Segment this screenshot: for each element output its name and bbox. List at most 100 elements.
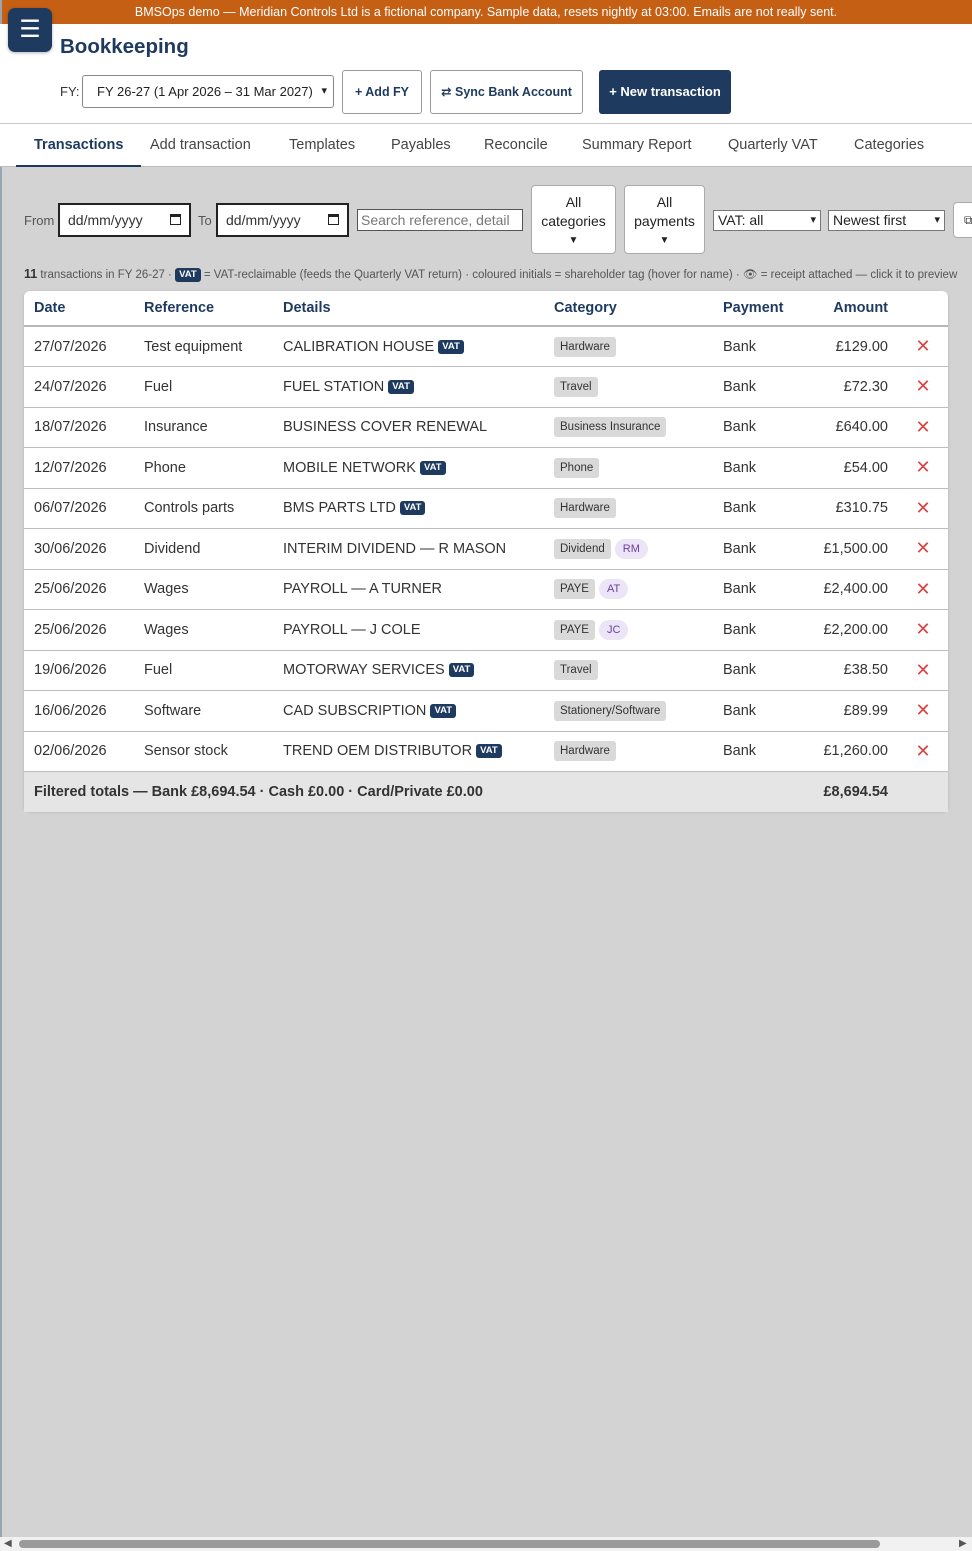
- chevron-down-icon: ▼: [659, 235, 670, 246]
- table-row[interactable]: 12/07/2026 Phone MOBILE NETWORK VAT Phone Ba…: [24, 447, 948, 489]
- tab-transactions[interactable]: Transactions: [16, 124, 142, 167]
- cell-details: PAYROLL — J COLE: [273, 609, 544, 651]
- table-row[interactable]: 19/06/2026 Fuel MOTORWAY SERVICES VAT Trave…: [24, 650, 948, 691]
- col-category[interactable]: Category: [544, 291, 713, 327]
- to-label: To: [198, 213, 212, 228]
- table-row[interactable]: 02/06/2026 Sensor stock TREND OEM DISTRIBU…: [24, 731, 948, 772]
- vat-badge: VAT: [438, 339, 464, 354]
- cell-reference: Dividend: [134, 528, 273, 570]
- sort-value: Newest first: [833, 212, 907, 228]
- tab-summary-report[interactable]: Summary Report: [564, 124, 710, 167]
- delete-icon[interactable]: ✕: [898, 569, 948, 610]
- sort-select[interactable]: Newest first ▾: [828, 210, 945, 231]
- cell-reference: Software: [134, 690, 273, 732]
- payments-filter[interactable]: All payments ▼: [624, 185, 705, 254]
- category-tag: Hardware: [554, 498, 616, 519]
- delete-icon[interactable]: ✕: [898, 407, 948, 448]
- demo-banner: BMSOps demo — Meridian Controls Ltd is a…: [0, 0, 972, 24]
- details-text: MOBILE NETWORK: [283, 459, 416, 476]
- delete-icon[interactable]: ✕: [898, 366, 948, 408]
- cell-reference: Controls parts: [134, 488, 273, 529]
- fy-label: FY:: [60, 84, 80, 99]
- delete-icon[interactable]: ✕: [898, 326, 948, 367]
- delete-icon[interactable]: ✕: [898, 447, 948, 489]
- vat-badge: VAT: [476, 744, 502, 759]
- cell-amount: £1,500.00: [803, 528, 898, 570]
- chevron-down-icon: ▾: [934, 214, 940, 226]
- col-date[interactable]: Date: [24, 291, 134, 327]
- table-row[interactable]: 06/07/2026 Controls parts BMS PARTS LTD VA…: [24, 488, 948, 529]
- tab-payables[interactable]: Payables: [373, 124, 469, 167]
- cell-details: MOBILE NETWORK VAT: [273, 447, 544, 489]
- delete-icon[interactable]: ✕: [898, 528, 948, 570]
- vat-filter-select[interactable]: VAT: all ▾: [713, 210, 821, 231]
- tab-templates[interactable]: Templates: [271, 124, 373, 167]
- details-text: BMS PARTS LTD: [283, 500, 396, 517]
- fy-select[interactable]: FY 26-27 (1 Apr 2026 – 31 Mar 2027) ▾: [82, 75, 334, 108]
- vat-badge: VAT: [448, 663, 475, 678]
- fy-selected-value: FY 26-27 (1 Apr 2026 – 31 Mar 2027): [97, 84, 313, 99]
- shareholder-tag: AT: [598, 579, 629, 600]
- cell-category: Hardware: [544, 731, 713, 772]
- cell-category: Dividend RM: [544, 528, 713, 570]
- delete-icon[interactable]: ✕: [898, 690, 948, 732]
- table-row[interactable]: 27/07/2026 Test equipment CALIBRATION HOUS…: [24, 326, 948, 367]
- category-tag: PAYE: [554, 579, 595, 600]
- sync-bank-account-button[interactable]: ⇄ Sync Bank Account: [430, 70, 583, 114]
- delete-icon[interactable]: ✕: [898, 650, 948, 691]
- details-text: MOTORWAY SERVICES: [283, 662, 445, 679]
- chevron-down-icon: ▼: [568, 235, 579, 246]
- details-text: INTERIM DIVIDEND — R MASON: [283, 540, 507, 557]
- details-text: BUSINESS COVER RENEWAL: [283, 419, 488, 436]
- table-row[interactable]: 30/06/2026 Dividend INTERIM DIVIDEND — R M…: [24, 528, 948, 570]
- tab-reconcile[interactable]: Reconcile: [466, 124, 566, 167]
- vat-badge: VAT: [175, 267, 201, 282]
- delete-icon[interactable]: ✕: [898, 731, 948, 772]
- cell-category: Business Insurance: [544, 407, 713, 448]
- categories-filter[interactable]: All categories ▼: [531, 185, 616, 254]
- cell-amount: £310.75: [803, 488, 898, 529]
- delete-icon[interactable]: ✕: [898, 488, 948, 529]
- col-amount[interactable]: Amount: [803, 291, 898, 327]
- scroll-right-icon[interactable]: ▶: [959, 1537, 967, 1551]
- add-fy-button[interactable]: + Add FY: [342, 70, 422, 114]
- transactions-table: Date Reference Details Category Payment …: [24, 291, 948, 812]
- export-button[interactable]: ⧉: [953, 202, 972, 238]
- cell-payment: Bank: [713, 407, 803, 448]
- cell-date: 25/06/2026: [24, 609, 134, 651]
- cell-date: 19/06/2026: [24, 650, 134, 691]
- tab-bar: Transactions Add transaction Templates P…: [0, 123, 972, 167]
- table-row[interactable]: 24/07/2026 Fuel FUEL STATION VAT Travel Bank…: [24, 366, 948, 408]
- calendar-icon[interactable]: [170, 214, 181, 225]
- shareholder-tag: RM: [614, 538, 648, 559]
- table-row[interactable]: 25/06/2026 Wages PAYROLL — A TURNER PAYE AT B…: [24, 569, 948, 610]
- cell-date: 16/06/2026: [24, 690, 134, 732]
- scroll-left-icon[interactable]: ◀: [4, 1537, 12, 1551]
- menu-icon[interactable]: ☰: [8, 8, 52, 52]
- horizontal-scrollbar[interactable]: ◀ ▶: [0, 1537, 972, 1551]
- details-text: FUEL STATION: [283, 378, 385, 395]
- scroll-thumb[interactable]: [19, 1540, 880, 1548]
- col-payment[interactable]: Payment: [713, 291, 803, 327]
- cell-date: 30/06/2026: [24, 528, 134, 570]
- cell-details: TREND OEM DISTRIBUTOR VAT: [273, 731, 544, 772]
- tab-add-transaction[interactable]: Add transaction: [132, 124, 269, 167]
- tab-categories[interactable]: Categories: [836, 124, 942, 167]
- from-date-input[interactable]: dd/mm/yyyy: [58, 203, 191, 237]
- new-transaction-button[interactable]: + New transaction: [599, 70, 731, 114]
- details-text: PAYROLL — J COLE: [283, 621, 421, 638]
- delete-icon[interactable]: ✕: [898, 609, 948, 651]
- shareholder-tag: JC: [598, 619, 629, 640]
- to-date-input[interactable]: dd/mm/yyyy: [216, 203, 349, 237]
- cell-category: Hardware: [544, 326, 713, 367]
- search-input[interactable]: Search reference, detail: [357, 209, 523, 231]
- col-reference[interactable]: Reference: [134, 291, 273, 327]
- tab-quarterly-vat[interactable]: Quarterly VAT: [710, 124, 836, 167]
- table-row[interactable]: 18/07/2026 Insurance BUSINESS COVER RENEWA…: [24, 407, 948, 448]
- table-row[interactable]: 16/06/2026 Software CAD SUBSCRIPTION VAT St…: [24, 690, 948, 732]
- cell-date: 18/07/2026: [24, 407, 134, 448]
- cell-details: CAD SUBSCRIPTION VAT: [273, 690, 544, 732]
- col-details[interactable]: Details: [273, 291, 544, 327]
- table-row[interactable]: 25/06/2026 Wages PAYROLL — J COLE PAYE JC Ban…: [24, 609, 948, 651]
- calendar-icon[interactable]: [328, 214, 339, 225]
